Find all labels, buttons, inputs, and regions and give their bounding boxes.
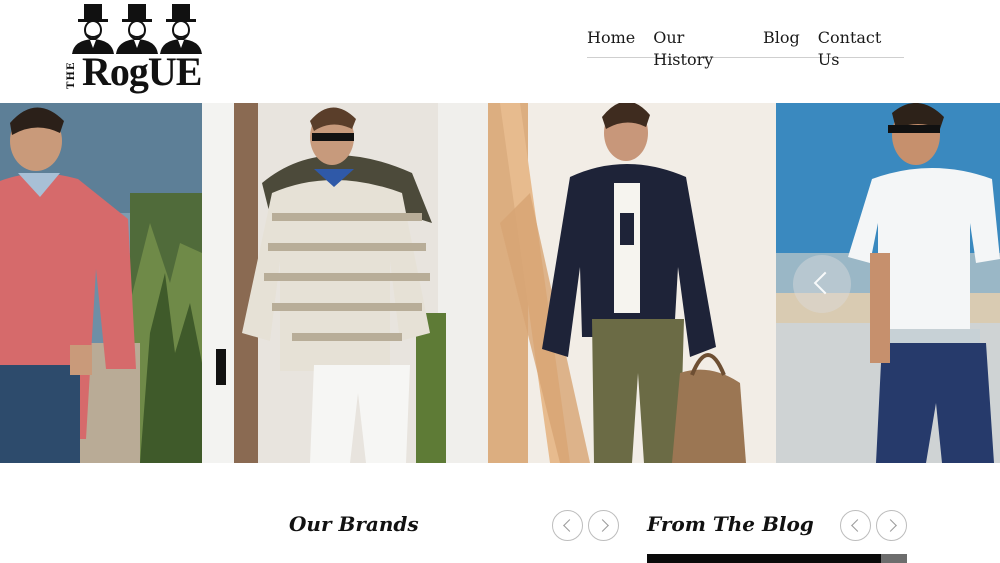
- blog-post-preview[interactable]: [647, 554, 907, 563]
- logo-prefix: THE: [66, 61, 77, 89]
- top-hat-gentlemen-icon: [72, 4, 202, 54]
- hero-slide-pink-quarter-zip: [0, 103, 202, 463]
- nav-home[interactable]: Home: [587, 27, 635, 57]
- blog-next-button[interactable]: [876, 510, 907, 541]
- chevron-right-icon: [884, 519, 897, 532]
- brands-next-button[interactable]: [588, 510, 619, 541]
- hero-slider: [0, 103, 1000, 463]
- brands-prev-button[interactable]: [552, 510, 583, 541]
- nav-contact-us[interactable]: Contact Us: [800, 27, 904, 69]
- our-brands-title: Our Brands: [289, 512, 419, 536]
- chevron-left-icon[interactable]: [793, 255, 851, 313]
- blog-prev-button[interactable]: [840, 510, 871, 541]
- chevron-right-icon: [596, 519, 609, 532]
- chevron-left-icon: [851, 519, 864, 532]
- chevron-left-icon: [563, 519, 576, 532]
- hero-slide-navy-jacket: [488, 103, 776, 463]
- from-the-blog-title: From The Blog: [647, 512, 814, 536]
- nav-our-history[interactable]: Our History: [635, 27, 745, 69]
- nav-blog[interactable]: Blog: [745, 27, 800, 57]
- site-logo[interactable]: THE RogUE: [66, 2, 208, 94]
- site-header: THE RogUE Home Our History Blog Contact …: [0, 0, 1000, 103]
- blog-post-preview-edge: [881, 554, 907, 563]
- logo-wordmark: RogUE: [82, 49, 202, 94]
- main-nav: Home Our History Blog Contact Us: [587, 27, 904, 69]
- hero-slide-striped-sweater: [202, 103, 488, 463]
